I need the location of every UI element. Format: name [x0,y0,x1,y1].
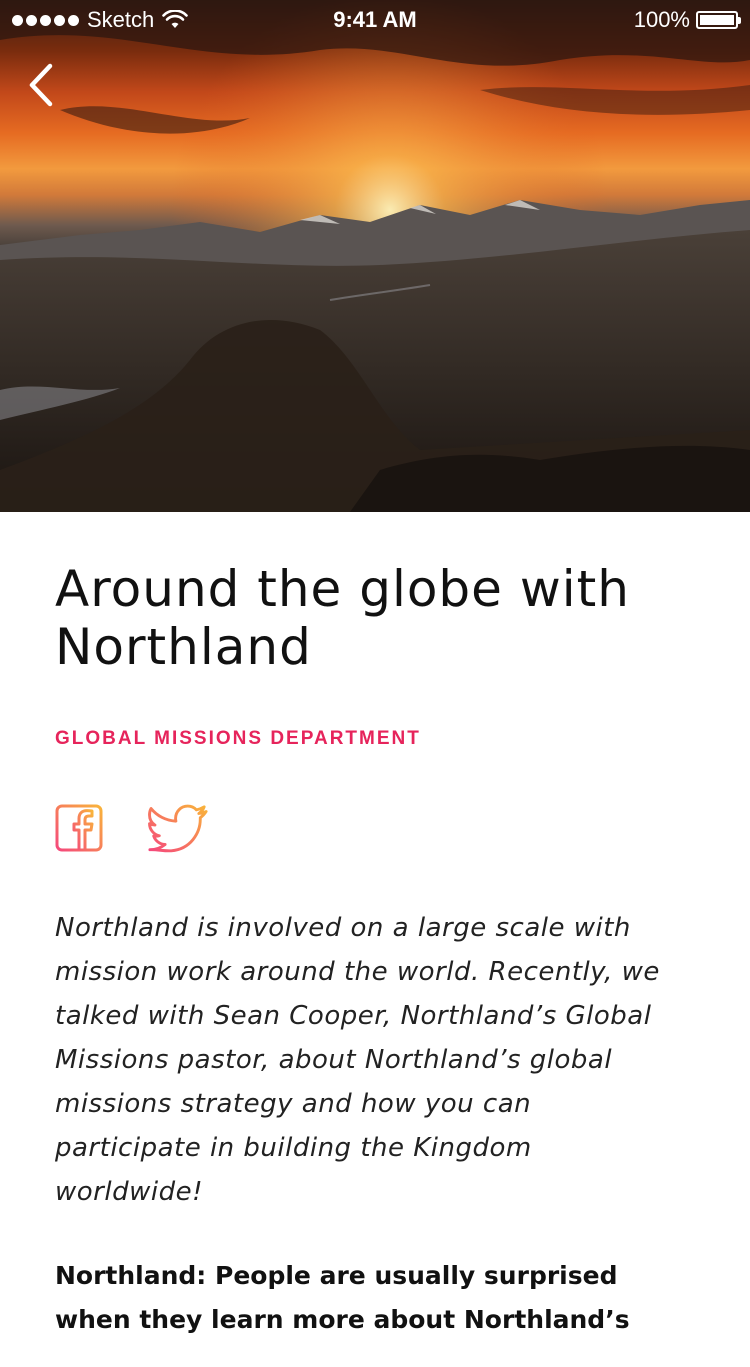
article-intro: Northland is involved on a large scale w… [55,913,660,1207]
twitter-icon[interactable] [147,802,209,854]
department-label: GLOBAL MISSIONS DEPARTMENT [55,728,421,749]
article-content: Around the globe with Northland GLOBAL M… [55,560,695,1367]
battery-percentage: 100% [633,7,690,32]
hero-image: Sketch 9:41 AM 100% [0,0,750,512]
social-share-row [55,802,695,854]
chevron-left-icon[interactable] [24,60,64,110]
interview-question: Northland: People are usually surprised … [55,1261,630,1334]
facebook-icon[interactable] [55,802,107,854]
status-bar: Sketch 9:41 AM 100% [0,0,750,40]
sunset-mountain-landscape [0,0,750,512]
battery-icon [696,11,741,29]
battery-group: 100% [633,7,741,33]
article-title: Around the globe with Northland [55,560,630,676]
